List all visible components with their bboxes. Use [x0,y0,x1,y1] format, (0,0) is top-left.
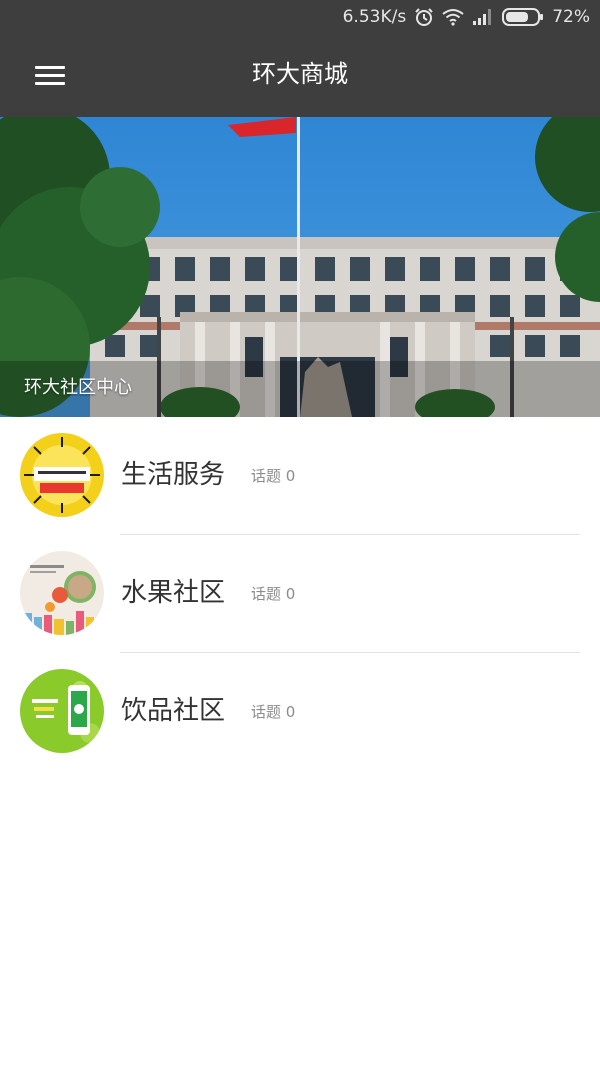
app-bar: 环大商城 [0,34,600,117]
community-avatar [20,669,104,753]
banner-image[interactable]: 环大社区中心 [0,117,600,417]
app-screen: 6.53K/s 72% 环大商城 环大社区中心 生活服务 话题 0 水果社区 话… [0,0,600,1067]
community-item-fruit[interactable]: 水果社区 话题 0 [0,535,600,653]
signal-icon [472,8,494,26]
community-item-drinks[interactable]: 饮品社区 话题 0 [0,653,600,771]
wifi-icon [442,8,464,26]
battery-icon [502,8,544,26]
status-indicators: 6.53K/s 72% [343,6,590,28]
top-bar: 6.53K/s 72% 环大商城 [0,0,600,117]
app-title: 环大商城 [252,60,348,88]
topic-count: 话题 0 [251,585,296,603]
community-avatar [20,433,104,517]
battery-percent: 72% [552,7,590,27]
status-bar: 6.53K/s 72% [0,0,600,34]
topic-count: 话题 0 [251,703,296,721]
network-speed: 6.53K/s [342,7,407,27]
community-name: 水果社区 [121,578,226,608]
community-item-life-service[interactable]: 生活服务 话题 0 [0,417,600,535]
alarm-icon [414,7,434,27]
banner-caption: 环大社区中心 [24,377,132,398]
community-name: 饮品社区 [121,696,226,726]
community-avatar [20,551,104,635]
community-list: 生活服务 话题 0 水果社区 话题 0 饮品社区 话题 0 [0,417,600,771]
topic-count: 话题 0 [251,467,296,485]
community-name: 生活服务 [121,460,226,490]
hamburger-menu-icon[interactable] [28,56,72,96]
